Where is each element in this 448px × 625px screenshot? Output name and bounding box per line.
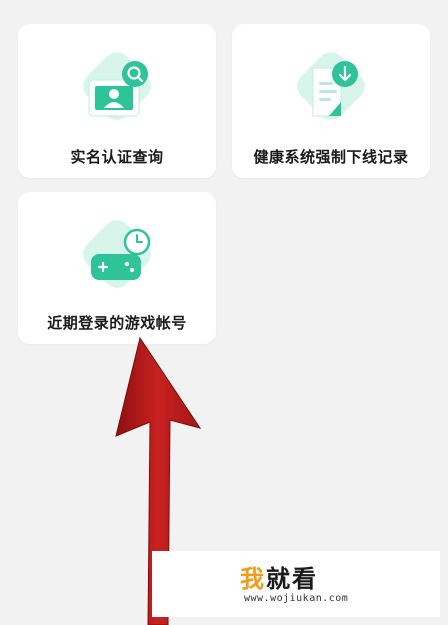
watermark-title-part2: 就看 [266, 565, 318, 593]
watermark-url: www.wojiukan.com [244, 593, 349, 604]
card-label: 实名认证查询 [70, 148, 164, 166]
id-card-search-icon [83, 52, 151, 120]
document-download-icon [297, 52, 365, 120]
watermark-logo: 我就看 www.wojiukan.com [152, 551, 440, 617]
card-label: 健康系统强制下线记录 [253, 148, 409, 166]
watermark-title: 我就看 [240, 559, 318, 594]
card-recent-game-accounts[interactable]: 近期登录的游戏帐号 [18, 192, 216, 344]
gamepad-clock-icon [83, 220, 151, 288]
card-real-name-verification[interactable]: 实名认证查询 [18, 24, 216, 178]
watermark-title-part1: 我 [240, 565, 266, 593]
card-forced-offline-records[interactable]: 健康系统强制下线记录 [232, 24, 430, 178]
